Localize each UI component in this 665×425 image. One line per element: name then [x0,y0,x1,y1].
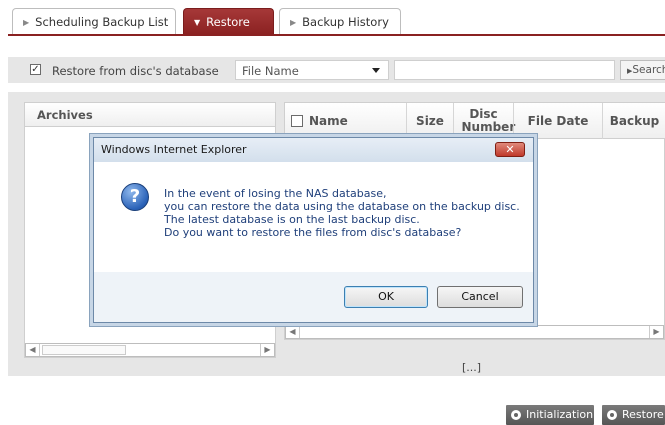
scroll-right-icon[interactable]: ▶ [649,326,663,338]
pagination-text[interactable]: [...] [462,361,481,374]
tab-scheduling-backup-list[interactable]: ▶ Scheduling Backup List [12,8,176,35]
select-all-checkbox[interactable] [291,115,303,127]
column-disc-number[interactable]: Disc Number [453,103,516,139]
dialog-message-line: you can restore the data using the datab… [164,200,520,213]
filter-bar: ✓ Restore from disc's database File Name… [8,57,665,83]
caret-down-icon [372,68,380,73]
restore-from-disc-checkbox[interactable]: ✓ [30,64,41,75]
chevron-right-icon: ▶ [290,17,297,27]
initialization-label: Initialization [526,408,594,421]
tab-restore[interactable]: ▼ Restore [183,8,274,35]
question-icon: ? [121,183,149,211]
file-list-header: Name Size Disc Number File Date Backup [285,103,665,139]
chevron-right-icon: ▶ [23,17,30,27]
cancel-button[interactable]: Cancel [437,286,523,308]
column-name-label: Name [309,113,348,128]
scroll-left-icon[interactable]: ◀ [286,326,300,338]
restore-label: Restore [622,408,664,421]
tab-label: Scheduling Backup List [35,15,169,29]
column-size-label: Size [416,113,444,128]
close-icon[interactable]: ✕ [495,142,525,157]
tab-underline [8,34,665,36]
column-name[interactable]: Name [285,103,406,139]
column-file-date[interactable]: File Date [513,103,602,139]
search-input[interactable] [394,60,615,80]
select-value: File Name [242,64,299,78]
restore-from-disc-label: Restore from disc's database [52,64,219,78]
gear-icon [511,410,521,420]
search-button-label: Search [632,64,665,76]
column-backup-label: Backup [609,113,660,128]
scrollbar-thumb[interactable] [42,345,126,355]
gear-icon [607,410,617,420]
confirm-dialog: Windows Internet Explorer ✕ ? In the eve… [93,137,534,323]
file-list-horizontal-scrollbar[interactable]: ◀ ▶ [285,325,664,339]
initialization-button[interactable]: Initialization [506,405,594,425]
archives-header: Archives [25,103,275,127]
dialog-message-line: Do you want to restore the files from di… [164,226,462,239]
tab-backup-history[interactable]: ▶ Backup History [279,8,401,35]
column-file-date-label: File Date [527,113,589,128]
scroll-left-icon[interactable]: ◀ [26,344,40,356]
scroll-right-icon[interactable]: ▶ [260,344,274,356]
tab-label: Restore [206,15,250,29]
ok-button[interactable]: OK [344,286,428,308]
dialog-message-line: In the event of losing the NAS database, [164,187,387,200]
restore-button[interactable]: Restore [602,405,665,425]
chevron-down-icon: ▼ [194,17,201,27]
column-backup[interactable]: Backup [602,103,665,139]
dialog-title: Windows Internet Explorer [94,138,533,162]
tab-label: Backup History [302,15,389,29]
search-button[interactable]: ▶Search [620,60,665,80]
dialog-message: In the event of losing the NAS database,… [164,187,520,239]
column-disc-number-label: Disc Number [461,107,516,134]
archives-horizontal-scrollbar[interactable]: ◀ ▶ [25,343,275,357]
dialog-message-line: The latest database is on the last backu… [164,213,420,226]
search-field-select[interactable]: File Name [235,60,389,80]
column-size[interactable]: Size [406,103,453,139]
